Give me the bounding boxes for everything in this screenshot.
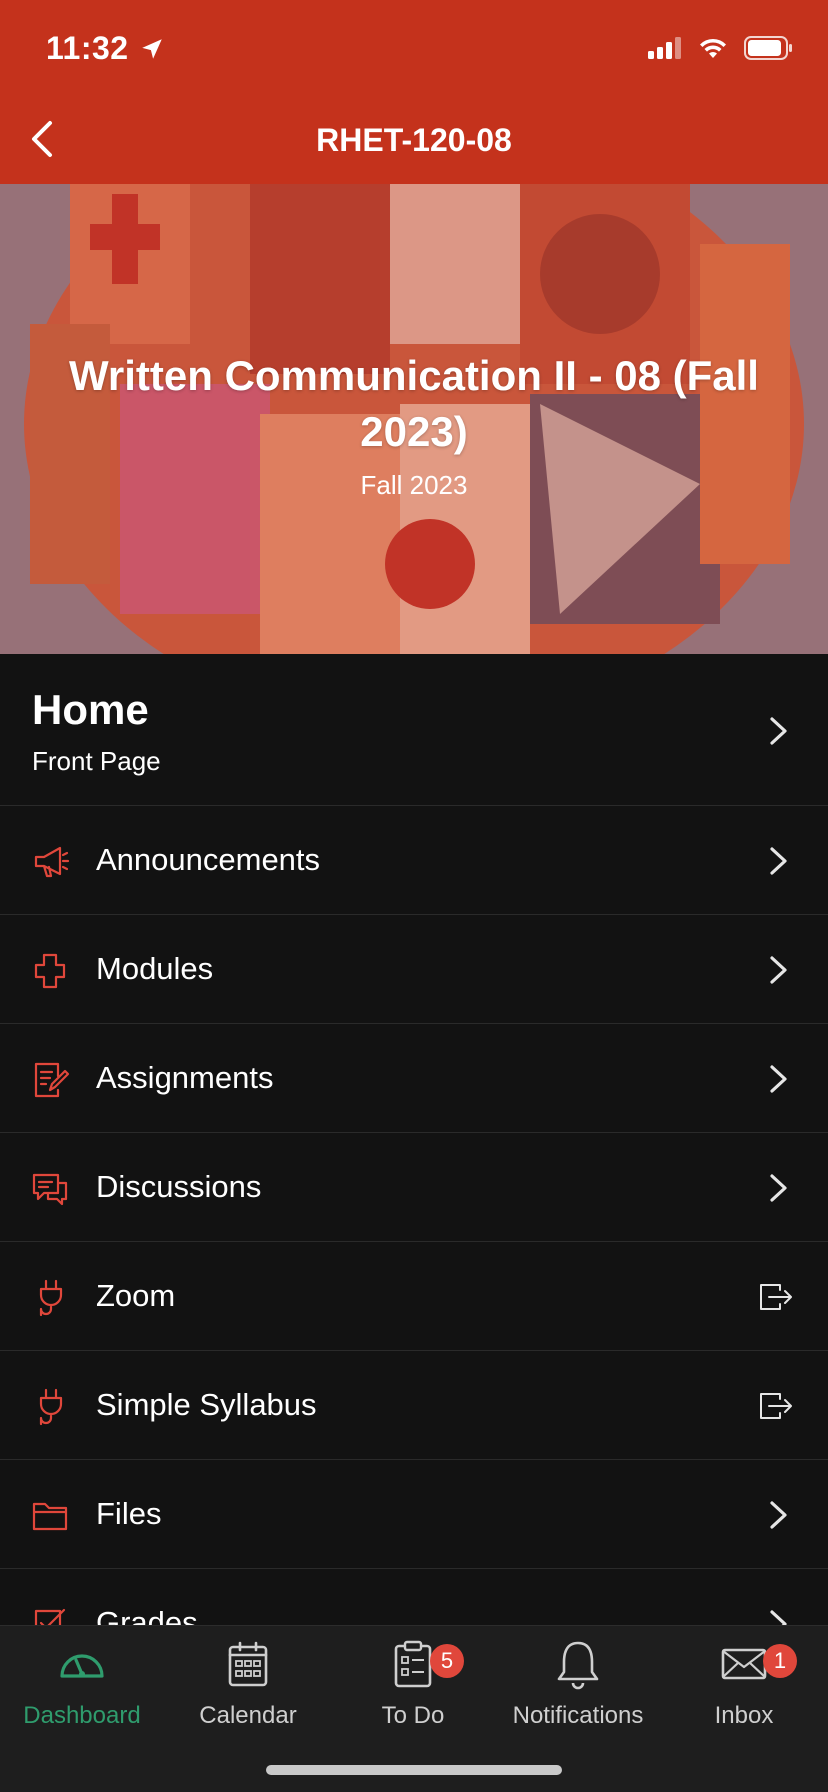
tab-todo[interactable]: To Do 5 [338,1638,488,1730]
folder-icon [32,1502,68,1531]
menu-item-label: Assignments [96,1060,274,1095]
external-link-icon [760,1393,792,1419]
tab-label: Dashboard [23,1702,141,1729]
chevron-right-icon [770,1065,787,1093]
menu-item-zoom[interactable]: Zoom [0,1242,828,1351]
nav-title: RHET-120-08 [316,122,512,158]
banner-text: Written Communication II - 08 (Fall 2023… [0,348,828,501]
menu-item-label: Discussions [96,1169,262,1204]
status-time: 11:32 [46,30,165,67]
menu-item-label: Files [96,1496,162,1531]
course-term: Fall 2023 [360,470,468,500]
battery-icon [744,36,792,60]
home-title: Home [32,686,149,733]
status-icons [648,36,794,60]
todo-badge: 5 [430,1644,464,1678]
calendar-icon [228,1641,268,1687]
tab-inbox[interactable]: Inbox 1 [669,1638,819,1730]
tab-label: Inbox [714,1702,774,1729]
tab-label: Calendar [199,1702,297,1729]
menu-item-discussions[interactable]: Discussions [0,1133,828,1242]
menu-item-label: Announcements [96,842,321,877]
course-banner: Written Communication II - 08 (Fall 2023… [0,184,828,654]
course-title: Written Communication II - 08 (Fall 2023… [69,352,759,455]
menu-item-announcements[interactable]: Announcements [0,806,828,915]
menu-item-simple-syllabus[interactable]: Simple Syllabus [0,1351,828,1460]
menu-item-modules[interactable]: Modules [0,915,828,1024]
tab-label: Notifications [512,1702,644,1729]
assignment-icon [34,1062,70,1098]
modules-icon [34,953,66,989]
bell-icon [557,1641,599,1690]
menu-item-files[interactable]: Files [0,1460,828,1569]
tab-label: To Do [381,1702,445,1729]
chevron-right-icon [770,717,787,745]
home-subtitle: Front Page [32,746,161,776]
megaphone-icon [34,846,70,878]
menu-item-assignments[interactable]: Assignments [0,1024,828,1133]
dashboard-icon [60,1654,104,1678]
discussion-icon [32,1173,68,1206]
chevron-right-icon [770,1501,787,1529]
wifi-icon [700,38,726,58]
tab-dashboard[interactable]: Dashboard [7,1638,157,1730]
menu-item-label: Modules [96,951,214,986]
menu-item-label: Zoom [96,1278,176,1313]
plug-icon [39,1388,63,1426]
tab-calendar[interactable]: Calendar [173,1638,323,1730]
menu-item-label: Simple Syllabus [96,1387,317,1422]
course-menu: Home Front Page Announcements Modules As… [0,654,828,1678]
inbox-badge: 1 [763,1644,797,1678]
chevron-right-icon [770,956,787,984]
location-arrow-icon [141,38,162,59]
chevron-right-icon [770,1174,787,1202]
signal-icon [648,37,681,59]
inbox-icon [721,1648,767,1680]
home-item[interactable]: Home Front Page [0,654,828,806]
chevron-right-icon [770,847,787,875]
home-indicator [266,1765,562,1775]
plug-icon [39,1279,63,1317]
tab-notifications[interactable]: Notifications [503,1638,653,1730]
external-link-icon [760,1284,792,1310]
top-bar: 11:32 RHET-120-08 [0,0,828,184]
